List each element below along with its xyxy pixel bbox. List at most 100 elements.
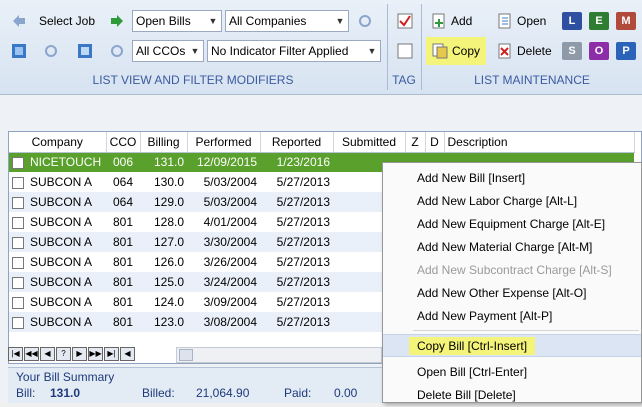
cell-cco: 064 (112, 175, 134, 189)
chevron-down-icon: ▼ (190, 46, 200, 56)
last-page-icon[interactable]: ▶| (104, 347, 119, 361)
context-menu-item[interactable]: Add New Equipment Charge [Alt-E] (383, 213, 641, 236)
cell-company: NICETOUCH (9, 152, 106, 172)
cell-cco: 801 (106, 272, 140, 292)
layout-button[interactable] (74, 40, 96, 62)
delete-button[interactable]: Delete (494, 40, 555, 62)
help-icon[interactable]: ? (56, 347, 71, 361)
context-menu-item[interactable]: Add New Labor Charge [Alt-L] (383, 190, 641, 213)
row-checkbox[interactable] (12, 296, 24, 309)
scroll-left-icon[interactable]: ◀ (120, 347, 135, 361)
indicator-filter-select[interactable]: No Indicator Filter Applied ▼ (207, 40, 381, 62)
cell-reported: 5/27/2013 (276, 175, 330, 189)
filter-refresh-button[interactable] (354, 10, 376, 32)
forward-arrow-button[interactable] (106, 10, 128, 32)
cell-cco: 006 (106, 152, 140, 172)
previous-record-icon[interactable]: ◀ (40, 347, 55, 361)
tag-uncheck-button[interactable] (394, 40, 416, 62)
cell-reported: 5/27/2013 (276, 295, 330, 309)
delete-label: Delete (517, 44, 552, 58)
cell-reported: 1/23/2016 (260, 152, 333, 172)
menu-item-label: Open Bill [Ctrl-Enter] (417, 365, 528, 379)
next-page-icon[interactable]: ▶▶ (88, 347, 103, 361)
context-menu-item[interactable]: Add New Material Charge [Alt-M] (383, 236, 641, 259)
next-record-icon[interactable]: ▶ (72, 347, 87, 361)
grid-view-button[interactable] (8, 40, 30, 62)
copy-label: Copy (452, 44, 481, 58)
column-header[interactable]: Description (444, 132, 635, 153)
cell-company: SUBCON A (9, 312, 106, 332)
column-header[interactable]: Z (405, 132, 426, 153)
summary-title: Your Bill Summary (16, 370, 115, 384)
copy-document-icon (432, 43, 448, 59)
payment-letter-button[interactable]: P (616, 42, 636, 60)
bills-filter-select[interactable]: Open Bills ▼ (132, 10, 222, 32)
paid-label: Paid: (284, 386, 312, 400)
column-header[interactable]: Billing (140, 132, 188, 153)
tag-check-button[interactable] (394, 10, 416, 32)
menu-item-label: Delete Bill [Delete] (417, 388, 516, 402)
context-menu-item[interactable]: Add New Other Expense [Alt-O] (383, 282, 641, 305)
company-name: SUBCON A (30, 235, 93, 249)
row-checkbox[interactable] (12, 176, 24, 189)
add-label: Add (451, 14, 473, 28)
open-document-icon (497, 13, 513, 29)
indicator-filter-value: No Indicator Filter Applied (211, 44, 349, 58)
add-button[interactable]: Add (428, 10, 475, 32)
company-name: NICETOUCH (30, 155, 102, 170)
add-document-icon (431, 13, 447, 29)
context-menu-item[interactable]: Delete Bill [Delete] (383, 384, 641, 407)
material-letter-button[interactable]: M (616, 12, 636, 30)
context-menu-item[interactable]: Copy Bill [Ctrl-Insert] (383, 334, 641, 357)
cell-reported: 5/27/2013 (276, 255, 330, 269)
column-header[interactable]: Reported (260, 132, 334, 153)
cell-billing: 130.0 (153, 175, 184, 189)
empty-checkbox-icon (397, 43, 413, 59)
row-checkbox[interactable] (12, 157, 24, 170)
refresh-button[interactable] (40, 40, 62, 62)
row-checkbox[interactable] (12, 216, 24, 229)
sync-button[interactable] (106, 40, 128, 62)
row-checkbox[interactable] (12, 256, 24, 269)
row-checkbox[interactable] (12, 276, 24, 289)
cell-performed: 3/08/2004 (187, 312, 260, 332)
other-letter-button[interactable]: O (589, 42, 609, 60)
equipment-letter-button[interactable]: E (589, 12, 609, 30)
menu-item-label: Add New Other Expense [Alt-O] (417, 286, 587, 300)
bill-summary-panel: Your Bill Summary Bill: 131.0 Billed: 21… (8, 367, 388, 403)
context-menu-item[interactable]: Add New Bill [Insert] (383, 167, 641, 190)
row-checkbox[interactable] (12, 196, 24, 209)
column-header[interactable]: Submitted (333, 132, 406, 153)
select-job-button[interactable]: Select Job (8, 10, 98, 32)
cell-reported: 5/27/2013 (260, 192, 333, 212)
cco-filter-select[interactable]: All CCOs ▼ (132, 40, 204, 62)
subcontract-letter-button[interactable]: S (562, 42, 582, 60)
cell-reported: 5/27/2013 (260, 232, 333, 252)
column-header[interactable]: CCO (106, 132, 141, 153)
context-menu-item[interactable]: Open Bill [Ctrl-Enter] (383, 361, 641, 384)
open-button[interactable]: Open (494, 10, 549, 32)
cell-billing: 128.0 (153, 215, 184, 229)
chevron-down-icon: ▼ (367, 46, 377, 56)
first-page-icon[interactable]: |◀ (8, 347, 23, 361)
row-checkbox[interactable] (12, 236, 24, 249)
paid-value: 0.00 (334, 386, 358, 400)
cell-cco: 801 (112, 255, 134, 269)
cell-performed: 3/30/2004 (187, 232, 260, 252)
column-header[interactable]: D (425, 132, 445, 153)
chevron-down-icon: ▼ (208, 16, 218, 26)
menu-item-label: Add New Bill [Insert] (417, 171, 526, 185)
previous-page-icon[interactable]: ◀◀ (24, 347, 39, 361)
column-header[interactable]: Performed (187, 132, 261, 153)
company-name: SUBCON A (30, 255, 93, 269)
labor-letter-button[interactable]: L (562, 12, 582, 30)
row-checkbox[interactable] (12, 316, 24, 329)
horizontal-scrollbar[interactable] (176, 347, 382, 363)
company-name: SUBCON A (30, 195, 93, 209)
companies-filter-select[interactable]: All Companies ▼ (225, 10, 349, 32)
column-header[interactable]: Company (9, 132, 107, 153)
scrollbar-thumb[interactable] (179, 349, 193, 361)
copy-button[interactable]: Copy (426, 37, 487, 65)
context-menu-item[interactable]: Add New Payment [Alt-P] (383, 305, 641, 328)
company-name: SUBCON A (30, 175, 93, 189)
